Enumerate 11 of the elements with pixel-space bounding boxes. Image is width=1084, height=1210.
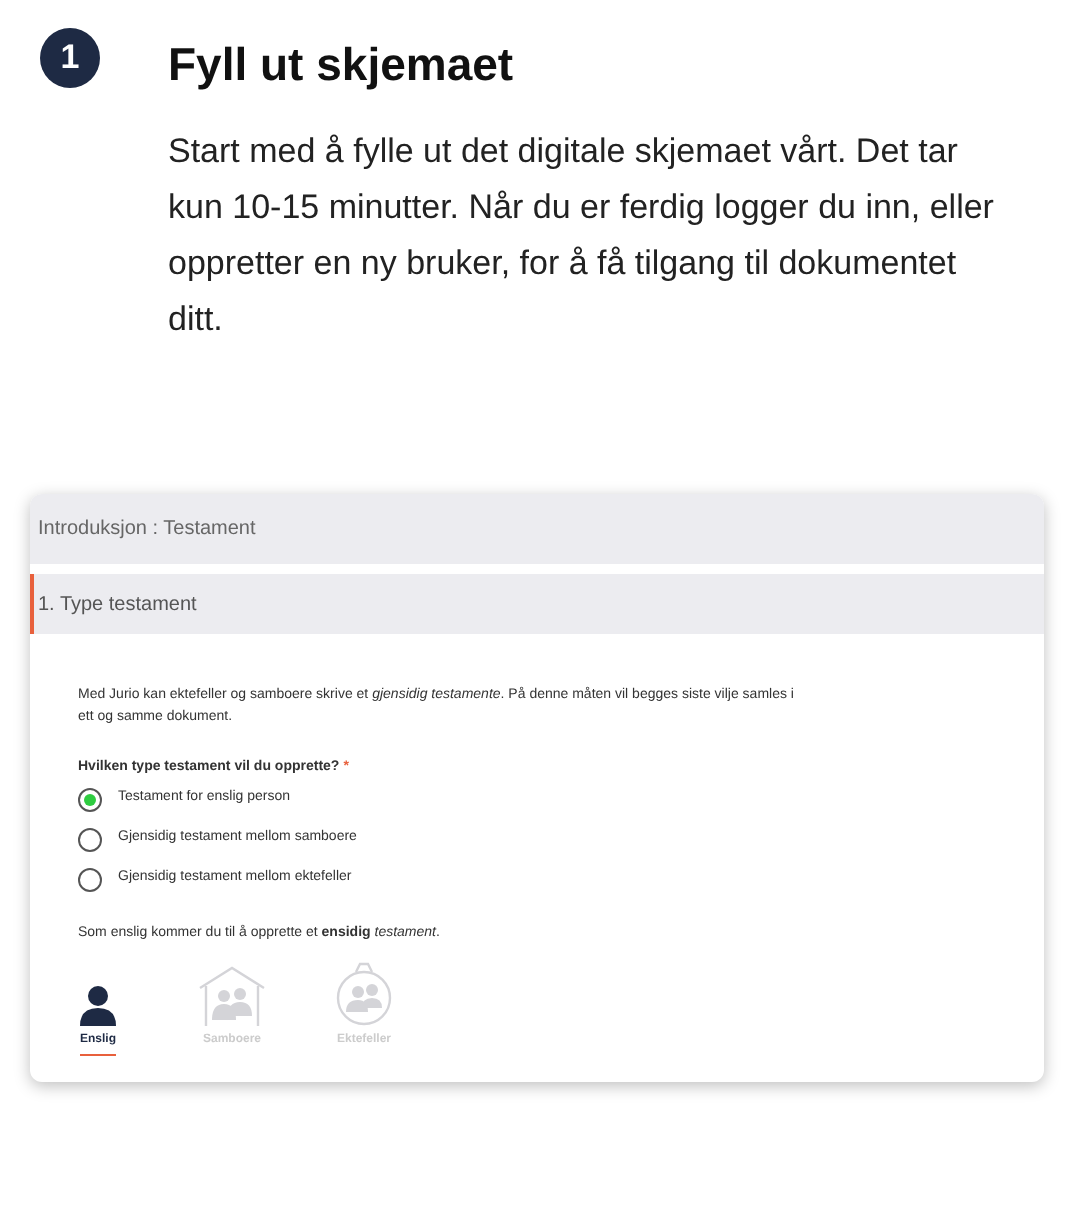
ring-people-icon — [334, 960, 394, 1028]
step-description: Start med å fylle ut det digitale skjemaet vårt. Det tar kun 10-15 minutter. Når du er ferdig logger du inn, eller oppretter en ny bruker, for å få tilgang til dokumentet ditt. — [168, 129, 996, 341]
step-number: 1 — [40, 28, 100, 88]
radio-button[interactable] — [78, 867, 102, 891]
section-header: 1. Type testament — [30, 574, 1044, 634]
radio-button[interactable] — [78, 827, 102, 851]
house-people-icon — [196, 964, 268, 1028]
form-header: Introduksjon : Testament — [30, 494, 1044, 564]
step-title: Fyll ut skjemaet — [168, 36, 516, 94]
person-icon — [78, 984, 118, 1028]
radio-button[interactable] — [78, 787, 102, 811]
